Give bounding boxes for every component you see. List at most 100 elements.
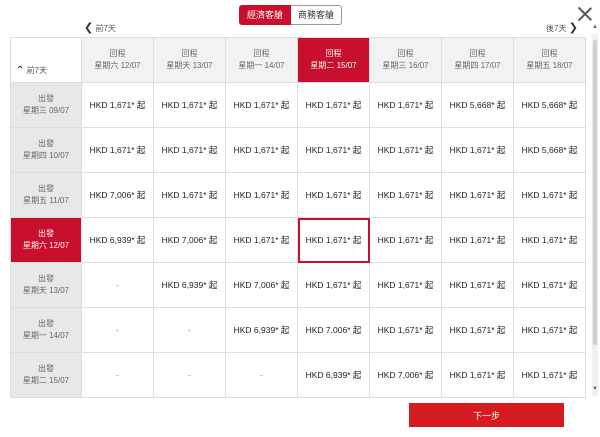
- return-date-header[interactable]: 回程星期五 18/07: [514, 38, 586, 83]
- fare-cell[interactable]: HKD 1,671* 起: [370, 83, 442, 128]
- fare-cell[interactable]: HKD 1,671* 起: [514, 353, 586, 398]
- depart-date: 星期五 11/07: [23, 196, 69, 205]
- depart-date-header[interactable]: 出發星期天 13/07: [11, 263, 82, 308]
- return-label: 回程: [397, 49, 414, 58]
- fare-cell[interactable]: HKD 1,671* 起: [154, 128, 226, 173]
- fare-cell[interactable]: HKD 1,671* 起: [82, 128, 154, 173]
- return-date-header[interactable]: 回程 星期一 14/07: [226, 38, 298, 83]
- fare-cell[interactable]: HKD 1,671* 起: [298, 218, 370, 263]
- depart-label: 出發: [38, 364, 54, 373]
- economy-tab[interactable]: 經濟客艙: [239, 5, 292, 25]
- return-date-header[interactable]: 回程 星期六 12/07: [82, 38, 154, 83]
- scroll-up-icon[interactable]: ▲: [592, 24, 598, 30]
- fare-cell[interactable]: HKD 1,671* 起: [370, 173, 442, 218]
- return-date-header[interactable]: 回程 星期二 15/07: [298, 38, 370, 83]
- return-date: 星期四 17/07: [454, 61, 501, 70]
- fare-cell[interactable]: HKD 1,671* 起: [442, 353, 514, 398]
- fare-cell[interactable]: HKD 5,668* 起: [514, 128, 586, 173]
- fare-row: 出發 星期二 15/07- - - HKD 6,939* 起 HKD 7,006* 起 HK…: [11, 353, 586, 398]
- depart-date: 星期三 09/07: [22, 106, 70, 115]
- fare-cell[interactable]: HKD 1,671* 起: [514, 263, 586, 308]
- fare-cell[interactable]: HKD 1,671* 起: [226, 173, 298, 218]
- fare-cell[interactable]: HKD 6,939* 起: [298, 353, 370, 398]
- fare-cell[interactable]: HKD 7,006* 起: [82, 173, 154, 218]
- fare-cell[interactable]: HKD 1,671* 起: [82, 83, 154, 128]
- return-label: 回程: [181, 49, 198, 58]
- fare-cell[interactable]: HKD 7,006* 起: [370, 353, 442, 398]
- fare-cell: -: [154, 353, 226, 398]
- chevron-up-icon: ⌃: [16, 65, 25, 76]
- fare-row: 出發 星期五 11/07 HKD 7,006* 起 HKD 1,671* 起 HKD 1…: [11, 173, 586, 218]
- return-label: 回程: [541, 49, 558, 58]
- fare-cell[interactable]: HKD 1,671* 起: [154, 173, 226, 218]
- fare-cell[interactable]: HKD 1,671* 起: [442, 128, 514, 173]
- return-date: 星期五 18/07: [526, 61, 573, 70]
- next-week-label: 後7天: [546, 24, 567, 33]
- depart-date-header[interactable]: 出發 星期二 15/07: [11, 353, 82, 398]
- return-date: 星期一 14/07: [238, 61, 285, 70]
- fare-cell[interactable]: HKD 1,671* 起: [370, 308, 442, 353]
- return-date-header[interactable]: 回程 星期天 13/07: [154, 38, 226, 83]
- fare-cell[interactable]: HKD 1,671* 起: [298, 128, 370, 173]
- fare-cell[interactable]: HKD 6,939* 起: [226, 308, 298, 353]
- earlier-week-button[interactable]: ⌃ 前7天: [16, 65, 47, 76]
- fare-cell[interactable]: HKD 1,671* 起: [298, 263, 370, 308]
- fare-cell[interactable]: HKD 1,671* 起: [514, 173, 586, 218]
- next-week-button[interactable]: 後7天 ❯: [546, 21, 578, 34]
- fare-cell[interactable]: HKD 1,671* 起: [514, 218, 586, 263]
- close-icon[interactable]: [577, 6, 593, 22]
- depart-label: 出發: [38, 229, 54, 238]
- return-date: 星期六 12/07: [94, 61, 141, 70]
- depart-date: 星期天 13/07: [22, 286, 70, 295]
- fare-cell[interactable]: HKD 1,671* 起: [370, 128, 442, 173]
- fare-grid: 回程 星期六 12/07 回程 星期天 13/07 回程 星期一 14/07 回程 星期二 1…: [10, 37, 586, 398]
- fare-cell[interactable]: HKD 7,006* 起: [154, 218, 226, 263]
- fare-cell[interactable]: HKD 1,671* 起: [442, 263, 514, 308]
- depart-date-header[interactable]: 出發 星期六 12/07: [11, 218, 82, 263]
- fare-cell[interactable]: HKD 7,006* 起: [226, 263, 298, 308]
- header-row: 回程 星期六 12/07 回程 星期天 13/07 回程 星期一 14/07 回程 星期二 1…: [11, 38, 586, 83]
- depart-label: 出發: [38, 274, 54, 283]
- prev-week-button[interactable]: ❮ 前7天: [84, 21, 116, 34]
- fare-cell[interactable]: HKD 1,671* 起: [442, 308, 514, 353]
- fare-cell[interactable]: HKD 1,671* 起: [154, 83, 226, 128]
- fare-cell[interactable]: HKD 1,671* 起: [226, 218, 298, 263]
- fare-row: 出發 星期一 14/07- - HKD 6,939* 起 HKD 7,006* 起 HKD…: [11, 308, 586, 353]
- fare-cell[interactable]: HKD 1,671* 起: [514, 308, 586, 353]
- fare-cell[interactable]: HKD 6,939* 起: [82, 218, 154, 263]
- scroll-down-icon[interactable]: ▼: [592, 386, 598, 392]
- fare-row: 出發 星期四 10/07 HKD 1,671* 起 HKD 1,671* 起 HKD 1…: [11, 128, 586, 173]
- return-date-header[interactable]: 回程星期四 17/07: [442, 38, 514, 83]
- depart-date-header[interactable]: 出發 星期一 14/07: [11, 308, 82, 353]
- fare-cell[interactable]: HKD 1,671* 起: [298, 173, 370, 218]
- chevron-left-icon: ❮: [84, 22, 94, 34]
- fare-cell[interactable]: HKD 1,671* 起: [370, 218, 442, 263]
- fare-cell: -: [226, 353, 298, 398]
- depart-label: 出發: [38, 139, 54, 148]
- fare-cell[interactable]: HKD 1,671* 起: [226, 128, 298, 173]
- fare-cell[interactable]: HKD 1,671* 起: [226, 83, 298, 128]
- depart-date-header[interactable]: 出發 星期四 10/07: [11, 128, 82, 173]
- depart-label: 出發: [38, 94, 54, 103]
- fare-cell[interactable]: HKD 7,006* 起: [298, 308, 370, 353]
- business-tab[interactable]: 商務客艙: [291, 5, 343, 25]
- fare-cell: -: [82, 263, 154, 308]
- fare-cell[interactable]: HKD 1,671* 起: [442, 218, 514, 263]
- fare-cell: -: [82, 353, 154, 398]
- fare-cell[interactable]: HKD 1,671* 起: [298, 83, 370, 128]
- fare-cell[interactable]: HKD 5,668* 起: [514, 83, 586, 128]
- return-label: 回程: [469, 49, 486, 58]
- fare-row: 出發 星期三 09/07 HKD 1,671* 起 HKD 1,671* 起 HKD 1…: [11, 83, 586, 128]
- return-date-header[interactable]: 回程 星期三 16/07: [370, 38, 442, 83]
- depart-date-header[interactable]: 出發星期三 09/07: [11, 83, 82, 128]
- fare-cell[interactable]: HKD 1,671* 起: [370, 263, 442, 308]
- fare-row: 出發 星期天 13/07- HKD 6,939* 起 HKD 7,006* 起 HKD …: [11, 263, 586, 308]
- fare-cell[interactable]: HKD 1,671* 起: [442, 173, 514, 218]
- fare-cell: -: [154, 308, 226, 353]
- fare-cell[interactable]: HKD 6,939* 起: [154, 263, 226, 308]
- scrollbar-thumb[interactable]: [593, 40, 597, 345]
- depart-date-header[interactable]: 出發 星期五 11/07: [11, 173, 82, 218]
- next-step-button[interactable]: 下一步: [409, 403, 564, 427]
- depart-label: 出發: [38, 319, 54, 328]
- fare-cell[interactable]: HKD 5,668* 起: [442, 83, 514, 128]
